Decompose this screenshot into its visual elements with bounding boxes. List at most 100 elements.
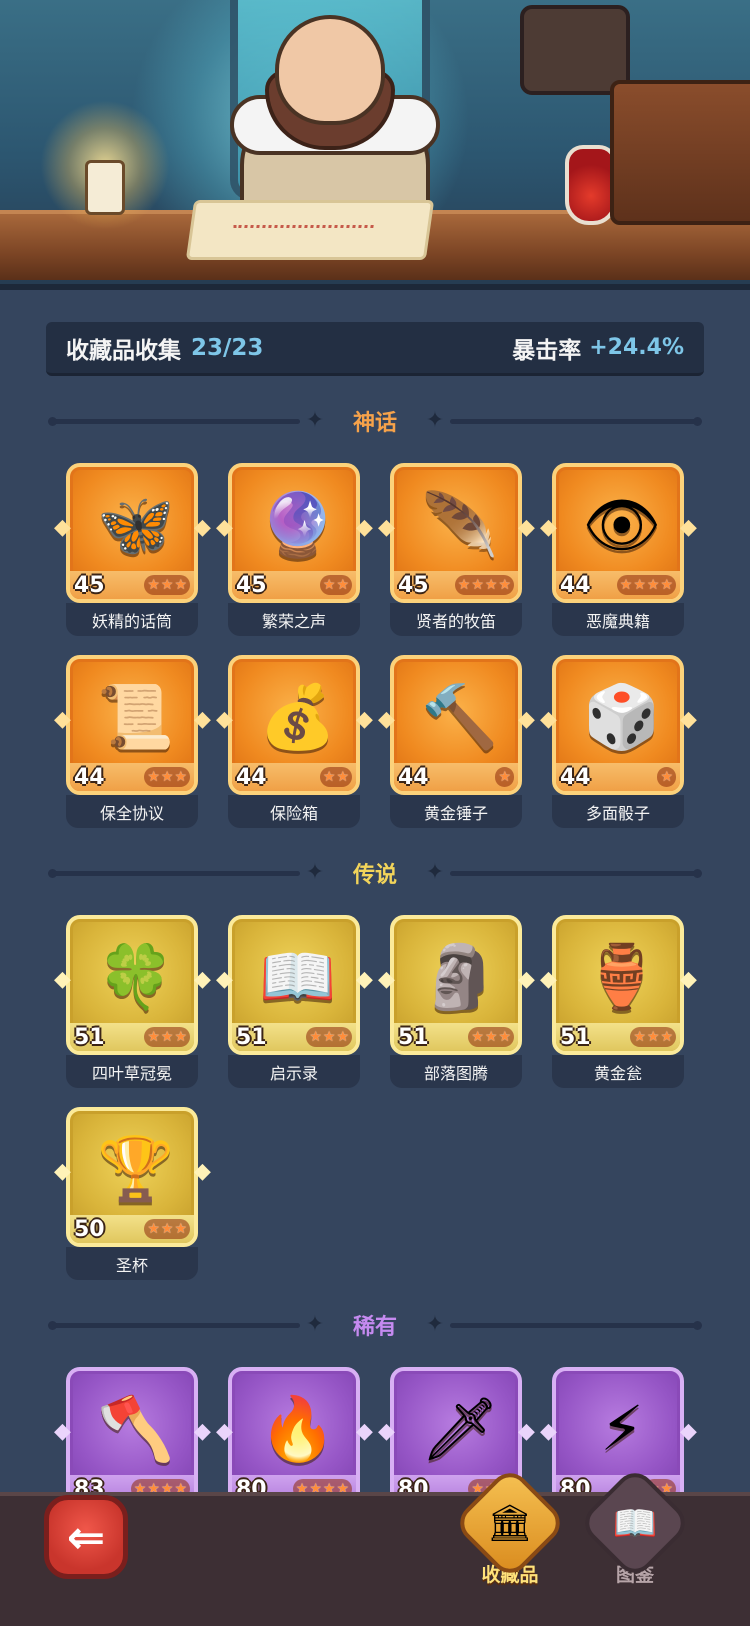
star-icon: ★ <box>160 577 174 593</box>
collectible-card[interactable]: 🦋 45 ★ ★ ★ ◆ ◆ 妖精的话筒 <box>54 463 211 636</box>
sparkle-icon: ◆ <box>378 707 395 732</box>
name-bar: 启示录 <box>228 1055 360 1088</box>
collection-label: 收藏品收集 <box>66 337 181 364</box>
level-bar: 50 ★ ★ ★ <box>70 1215 194 1243</box>
sparkle-icon: ◆ <box>216 515 233 540</box>
name-bar: 四叶草冠冕 <box>66 1055 198 1088</box>
collectible-card[interactable]: 🍀 51 ★ ★ ★ ◆ ◆ 四叶草冠冕 <box>54 915 211 1088</box>
sparkle-icon: ◆ <box>378 967 395 992</box>
level-bar: 44 ★ ★ ★ <box>70 763 194 791</box>
card-frame: 🔥 80 ★ ★ ★ ★ <box>228 1367 360 1507</box>
card-frame: 🔨 44 ★ <box>390 655 522 795</box>
sparkle-icon: ◆ <box>378 1419 395 1444</box>
tab-collection[interactable]: 🏛 收藏品 <box>452 1465 568 1596</box>
level-bar: 44 ★ <box>394 763 518 791</box>
item-name: 恶魔典籍 <box>585 611 650 631</box>
sparkle-icon: ◆ <box>680 707 697 732</box>
tab-codex[interactable]: 📖 图鉴 <box>577 1465 693 1596</box>
level-bar: 51 ★ ★ ★ <box>556 1023 680 1051</box>
item-level: 51 <box>560 1024 591 1050</box>
collectible-card[interactable]: 🏆 50 ★ ★ ★ ◆ ◆ 圣杯 <box>54 1107 211 1280</box>
item-level: 45 <box>398 572 429 598</box>
star-icon: ★ <box>660 769 673 785</box>
collectible-card[interactable]: 🔮 45 ★ ★ ◆ ◆ 繁荣之声 <box>216 463 373 636</box>
star-rating: ★★★ <box>144 1219 190 1239</box>
collectible-card[interactable]: 🔨 44 ★ ◆ ◆ 黄金锤子 <box>378 655 535 828</box>
name-bar: 保全协议 <box>66 795 198 828</box>
lightning-gem-icon: ⚡ <box>600 1392 644 1465</box>
sparkle-icon: ◆ <box>54 967 71 992</box>
collection-count: 23/23 <box>191 334 264 361</box>
name-bar: 妖精的话筒 <box>66 603 198 636</box>
item-level: 44 <box>560 764 591 790</box>
collectible-card[interactable]: 📖 51 ★ ★ ★ ◆ ◆ 启示录 <box>216 915 373 1088</box>
back-button[interactable]: ⇐ <box>44 1495 128 1579</box>
star-rating: ★ ★ ★ ★ <box>616 575 676 595</box>
open-book-icon: 📖 <box>259 940 337 1013</box>
item-name: 圣杯 <box>115 1255 148 1275</box>
collection-stats-bar: 收藏品收集 23/23 暴击率 +24.4% <box>46 322 704 376</box>
card-frame: 🦋 45 ★ ★ ★ <box>66 463 198 603</box>
sparkle-icon: ◆ <box>356 707 373 732</box>
star-icon: ★ <box>336 769 349 785</box>
star-icon: ★ <box>498 577 511 593</box>
sparkle-icon: ◆ <box>356 967 373 992</box>
star-icon: ★ <box>660 577 673 593</box>
star-rating: ★★★ <box>144 767 190 787</box>
level-bar: 51 ★ ★ ★ <box>232 1023 356 1051</box>
gold-chest-icon: 💰 <box>259 680 337 753</box>
sparkle-icon: ◆ <box>356 515 373 540</box>
star-icon: ★ <box>633 577 646 593</box>
star-rating: ★ <box>657 767 676 787</box>
star-icon: ★ <box>147 1221 160 1237</box>
star-rating: ★★ <box>319 575 352 595</box>
name-bar: 圣杯 <box>66 1247 198 1280</box>
item-level: 45 <box>236 572 267 598</box>
collectible-card[interactable]: 🎲 44 ★ ◆ ◆ 多面骰子 <box>540 655 697 828</box>
item-name: 保险箱 <box>269 803 318 823</box>
sparkle-icon: ◆ <box>194 1419 211 1444</box>
star-rating: ★★★ <box>144 575 190 595</box>
star-icon: ★ <box>147 577 160 593</box>
treasure-chest-decoration <box>610 80 750 225</box>
star-icon: ★ <box>484 1029 498 1045</box>
star-icon: ★ <box>646 1029 660 1045</box>
item-level: 50 <box>74 1216 105 1242</box>
codex-tab-icon: 📖 <box>577 1465 693 1581</box>
skull-dagger-icon: 🗡 <box>420 1392 500 1465</box>
star-icon: ★ <box>471 1029 484 1045</box>
card-frame: 🪓 83 ★ ★ ★ ★ <box>66 1367 198 1507</box>
sparkle-icon: ◆ <box>680 515 697 540</box>
star-rating: ★★★ <box>468 1027 514 1047</box>
collectible-card[interactable]: 🪶 45 ★ ★ ★ ★ ◆ ◆ 贤者的牧笛 <box>378 463 535 636</box>
candle-icon <box>85 160 125 215</box>
section-header-mythic: ✦ 神话 ✦ <box>48 406 702 436</box>
star-icon: ★ <box>498 1029 511 1045</box>
sparkle-icon: ◆ <box>216 1419 233 1444</box>
star-icon: ★ <box>471 577 484 593</box>
collectible-card[interactable]: 👁 44 ★ ★ ★ ★ ◆ ◆ 恶魔典籍 <box>540 463 697 636</box>
star-icon: ★ <box>174 1221 187 1237</box>
name-bar: 贤者的牧笛 <box>390 603 522 636</box>
phoenix-feather-icon: 🔥 <box>259 1392 337 1465</box>
name-bar: 多面骰子 <box>552 795 684 828</box>
level-bar: 44 ★ <box>556 763 680 791</box>
item-name: 保全协议 <box>99 803 164 823</box>
item-level: 51 <box>236 1024 267 1050</box>
collectible-card[interactable]: 📜 44 ★ ★ ★ ◆ ◆ 保全协议 <box>54 655 211 828</box>
item-name: 启示录 <box>269 1063 318 1083</box>
star-icon: ★ <box>147 1029 160 1045</box>
collectible-card[interactable]: 💰 44 ★ ★ ◆ ◆ 保险箱 <box>216 655 373 828</box>
collectible-card[interactable]: 🏺 51 ★ ★ ★ ◆ ◆ 黄金瓮 <box>540 915 697 1088</box>
spirit-orb-icon: 🔮 <box>259 488 337 561</box>
flute-icon: 🪶 <box>421 488 499 561</box>
star-icon: ★ <box>160 769 174 785</box>
collection-tab-icon: 🏛 <box>452 1465 568 1581</box>
star-icon: ★ <box>309 1029 322 1045</box>
grail-icon: 🏆 <box>97 1132 175 1205</box>
sparkle-icon: ◆ <box>680 1419 697 1444</box>
sparkle-icon: ◆ <box>216 707 233 732</box>
card-frame: 📖 51 ★ ★ ★ <box>228 915 360 1055</box>
crit-rate-label: 暴击率 <box>512 337 582 364</box>
collectible-card[interactable]: 🗿 51 ★ ★ ★ ◆ ◆ 部落图腾 <box>378 915 535 1088</box>
